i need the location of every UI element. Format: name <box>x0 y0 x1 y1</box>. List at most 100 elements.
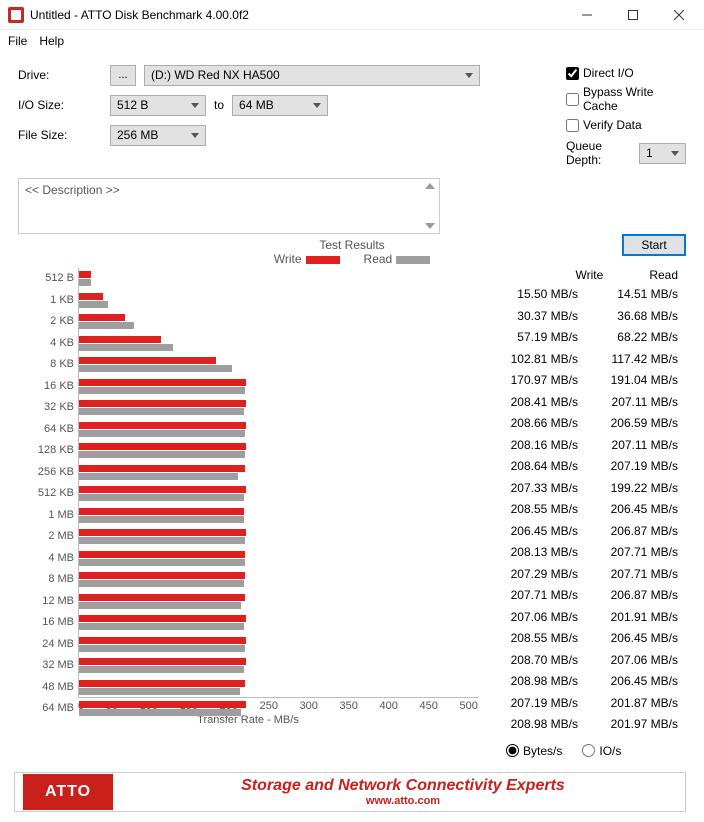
data-table: 15.50 MB/s14.51 MB/s30.37 MB/s36.68 MB/s… <box>486 284 686 736</box>
write-bar <box>79 594 245 601</box>
atto-banner[interactable]: ATTO Storage and Network Connectivity Ex… <box>14 772 686 812</box>
banner-line1: Storage and Network Connectivity Experts <box>121 777 685 795</box>
bar-pair <box>79 440 478 462</box>
scroll-down-icon[interactable] <box>425 223 435 229</box>
table-row: 208.41 MB/s207.11 MB/s <box>486 392 686 414</box>
menu-file[interactable]: File <box>8 34 27 48</box>
table-row: 170.97 MB/s191.04 MB/s <box>486 370 686 392</box>
y-tick: 4 MB <box>18 548 74 570</box>
y-tick: 2 MB <box>18 526 74 548</box>
write-bar <box>79 357 216 364</box>
menu-help[interactable]: Help <box>39 34 64 48</box>
y-tick: 64 KB <box>18 419 74 441</box>
y-tick: 12 MB <box>18 591 74 613</box>
bar-pair <box>79 354 478 376</box>
close-button[interactable] <box>656 0 702 30</box>
chevron-down-icon <box>191 103 199 108</box>
write-bar <box>79 465 245 472</box>
write-bar <box>79 680 245 687</box>
filesize-label: File Size: <box>18 128 110 142</box>
queue-depth-combo[interactable]: 1 <box>639 143 686 164</box>
description-box[interactable]: << Description >> <box>18 178 440 234</box>
bar-pair <box>79 677 478 699</box>
write-bar <box>79 615 246 622</box>
bar-pair <box>79 333 478 355</box>
write-bar <box>79 336 161 343</box>
chart-plot <box>78 268 478 698</box>
results-title: Test Results <box>18 238 686 252</box>
y-tick: 8 KB <box>18 354 74 376</box>
bar-pair <box>79 591 478 613</box>
write-bar <box>79 701 246 708</box>
drive-value: (D:) WD Red NX HA500 <box>151 68 280 82</box>
y-tick: 16 KB <box>18 376 74 398</box>
y-tick: 256 KB <box>18 462 74 484</box>
iosize-from-combo[interactable]: 512 B <box>110 95 206 116</box>
chevron-down-icon <box>191 133 199 138</box>
iosize-to-combo[interactable]: 64 MB <box>232 95 328 116</box>
bar-pair <box>79 655 478 677</box>
bar-pair <box>79 698 478 720</box>
read-bar <box>79 666 244 673</box>
bypass-checkbox[interactable]: Bypass Write Cache <box>566 86 686 112</box>
table-row: 208.55 MB/s206.45 MB/s <box>486 499 686 521</box>
y-tick: 2 KB <box>18 311 74 333</box>
filesize-combo[interactable]: 256 MB <box>110 125 206 146</box>
bar-pair <box>79 311 478 333</box>
write-swatch <box>306 256 340 264</box>
description-scroll[interactable] <box>421 179 439 233</box>
write-bar <box>79 658 246 665</box>
start-button[interactable]: Start <box>622 234 686 256</box>
chart-legend: Write Read <box>18 252 686 266</box>
read-bar <box>79 645 245 652</box>
scroll-up-icon[interactable] <box>425 183 435 189</box>
chevron-down-icon <box>313 103 321 108</box>
bar-pair <box>79 419 478 441</box>
write-bar <box>79 529 246 536</box>
drive-label: Drive: <box>18 68 110 82</box>
maximize-button[interactable] <box>610 0 656 30</box>
table-row: 30.37 MB/s36.68 MB/s <box>486 306 686 328</box>
ios-radio[interactable]: IO/s <box>582 744 621 758</box>
browse-button[interactable]: ... <box>110 65 136 86</box>
direct-io-checkbox[interactable]: Direct I/O <box>566 60 686 86</box>
write-bar <box>79 443 246 450</box>
write-bar <box>79 572 245 579</box>
y-axis-labels: 512 B1 KB2 KB4 KB8 KB16 KB32 KB64 KB128 … <box>18 268 74 720</box>
table-row: 57.19 MB/s68.22 MB/s <box>486 327 686 349</box>
write-bar <box>79 422 246 429</box>
table-row: 207.19 MB/s201.87 MB/s <box>486 693 686 715</box>
y-tick: 512 B <box>18 268 74 290</box>
minimize-button[interactable] <box>564 0 610 30</box>
table-row: 206.45 MB/s206.87 MB/s <box>486 521 686 543</box>
verify-checkbox[interactable]: Verify Data <box>566 112 686 138</box>
write-bar <box>79 400 246 407</box>
write-bar <box>79 293 103 300</box>
window-title: Untitled - ATTO Disk Benchmark 4.00.0f2 <box>30 8 564 22</box>
bar-pair <box>79 483 478 505</box>
banner-line2: www.atto.com <box>121 795 685 807</box>
y-tick: 512 KB <box>18 483 74 505</box>
iosize-to-value: 64 MB <box>239 98 274 112</box>
table-row: 102.81 MB/s117.42 MB/s <box>486 349 686 371</box>
y-tick: 128 KB <box>18 440 74 462</box>
table-row: 208.98 MB/s206.45 MB/s <box>486 671 686 693</box>
y-tick: 24 MB <box>18 634 74 656</box>
read-bar <box>79 387 245 394</box>
y-tick: 1 KB <box>18 290 74 312</box>
bar-pair <box>79 612 478 634</box>
read-bar <box>79 279 91 286</box>
table-row: 208.98 MB/s201.97 MB/s <box>486 714 686 736</box>
y-tick: 1 MB <box>18 505 74 527</box>
read-bar <box>79 602 241 609</box>
read-bar <box>79 473 238 480</box>
table-row: 208.66 MB/s206.59 MB/s <box>486 413 686 435</box>
read-bar <box>79 537 245 544</box>
drive-combo[interactable]: (D:) WD Red NX HA500 <box>144 65 480 86</box>
read-bar <box>79 322 134 329</box>
read-bar <box>79 688 240 695</box>
y-tick: 32 MB <box>18 655 74 677</box>
queue-depth-value: 1 <box>646 146 653 160</box>
to-label: to <box>206 98 232 112</box>
bytes-radio[interactable]: Bytes/s <box>506 744 562 758</box>
